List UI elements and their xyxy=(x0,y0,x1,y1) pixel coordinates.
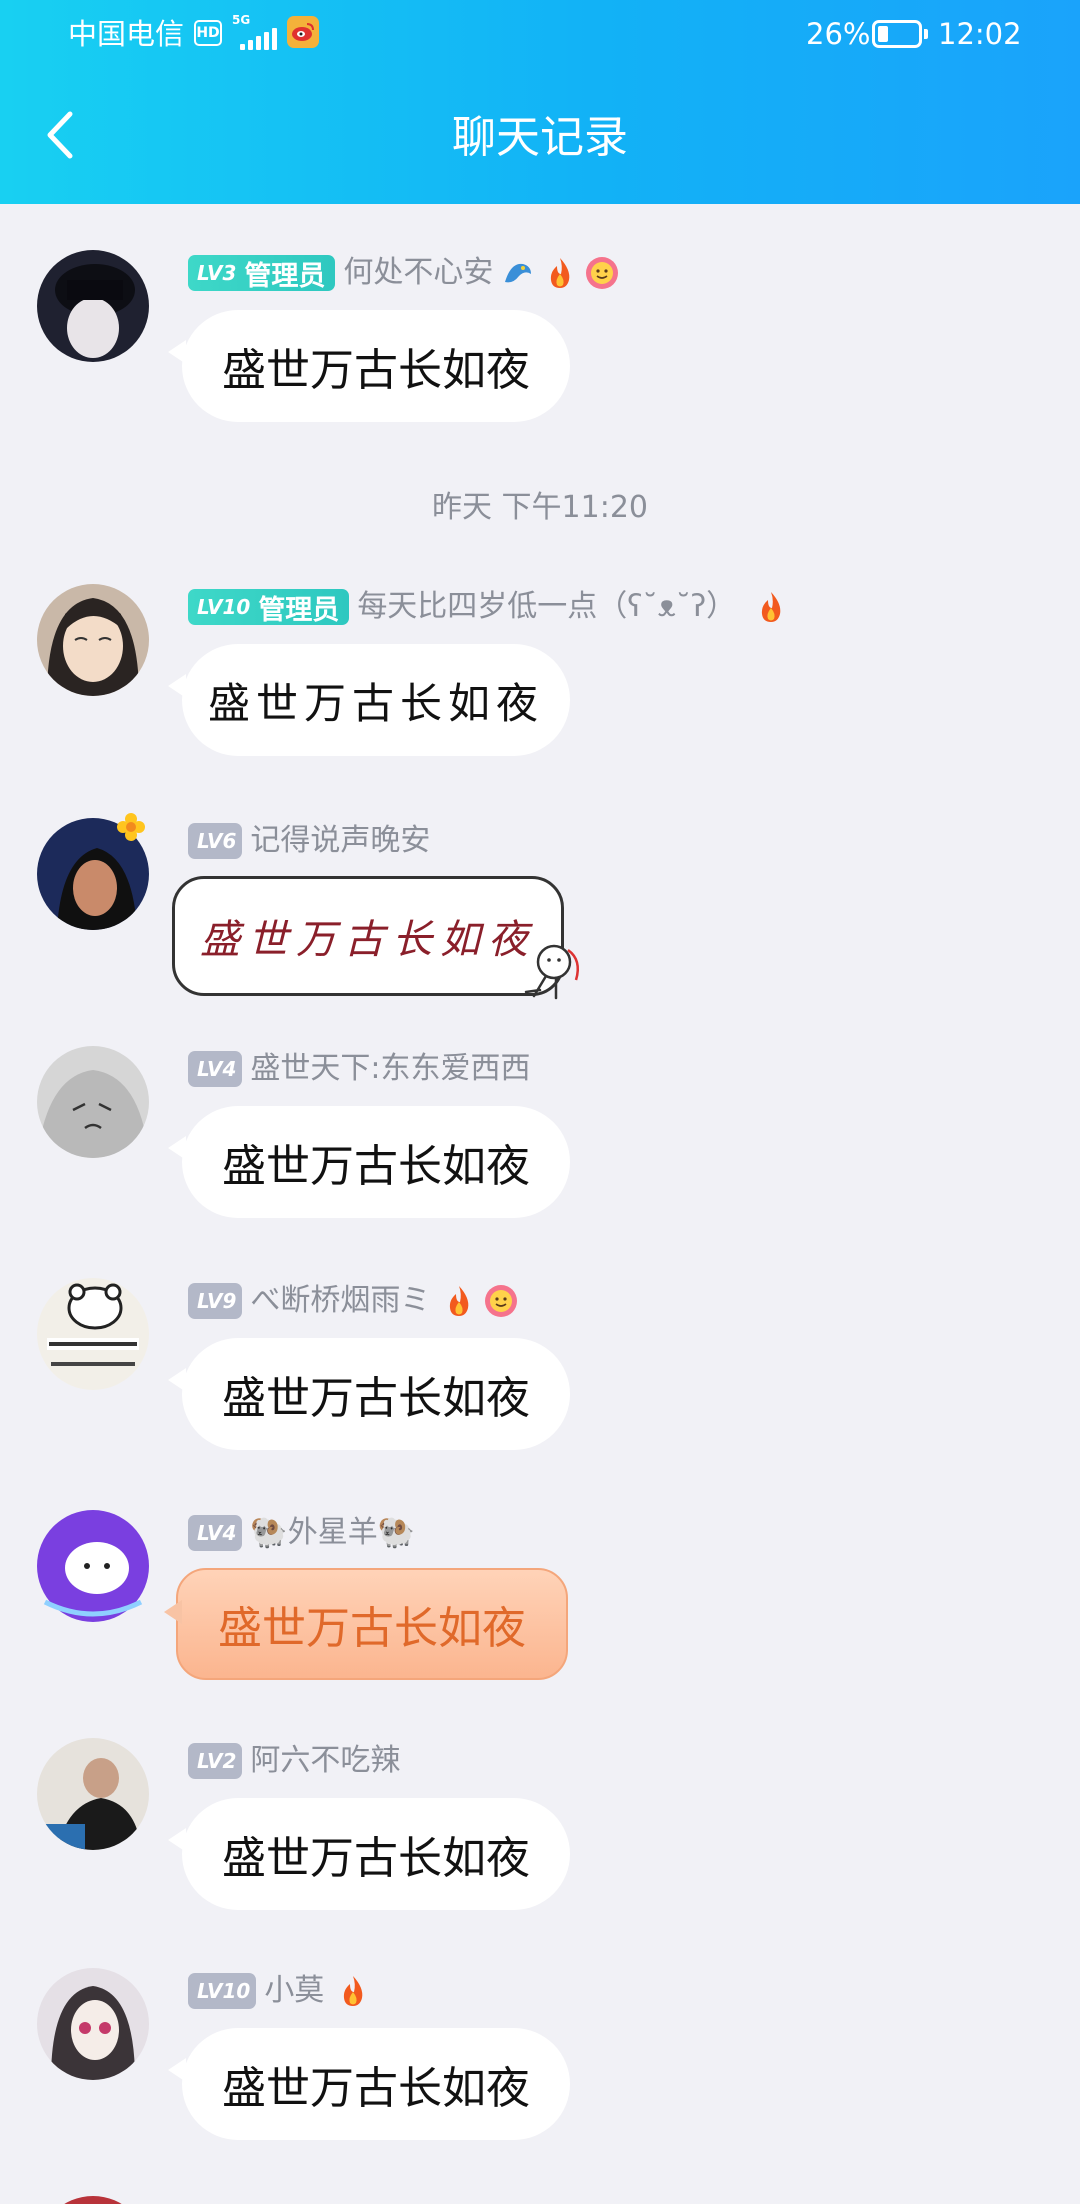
avatar[interactable] xyxy=(37,1510,149,1622)
carrier-name: 中国电信 xyxy=(68,17,185,51)
level-badge: LV6 xyxy=(188,823,243,859)
level-badge: LV4 xyxy=(188,1051,243,1087)
chat-message: LV10 管理员 每天比四岁低一点（ʕ˘ᴥ˘ʔ） 盛世万古长如夜 xyxy=(0,584,1080,784)
level-badge: LV10 管理员 xyxy=(188,589,350,626)
level-text: LV10 xyxy=(197,595,251,619)
role-text: 管理员 xyxy=(258,594,340,626)
sender-nickname[interactable]: 🐏外星羊🐏 xyxy=(250,1513,415,1553)
flower-emoji xyxy=(484,1284,518,1318)
flower-emoji xyxy=(585,256,619,290)
battery-percent: 26% xyxy=(806,17,871,51)
level-text: LV3 xyxy=(197,261,237,285)
sender-info: LV10 小莫 xyxy=(188,1970,370,2012)
avatar[interactable] xyxy=(37,250,149,362)
sender-info: LV6 记得说声晚安 xyxy=(188,820,430,862)
avatar[interactable] xyxy=(37,1046,149,1158)
sticker-character-icon xyxy=(516,940,590,1010)
level-text: LV9 xyxy=(197,1289,237,1313)
weibo-icon xyxy=(287,16,319,48)
fire-emoji xyxy=(336,1974,370,2008)
network-type: 5G xyxy=(232,13,251,27)
level-badge: LV9 xyxy=(188,1283,243,1319)
nav-bar: 聊天记录 xyxy=(0,70,1080,204)
sender-info: LV2 阿六不吃辣 xyxy=(188,1740,400,1782)
chat-message: LV4 盛世天下:东东爱西西 盛世万古长如夜 xyxy=(0,1046,1080,1246)
avatar[interactable] xyxy=(37,1738,149,1850)
chat-message: LV4 🐏外星羊🐏 盛世万古长如夜 xyxy=(0,1510,1080,1710)
flower-decoration-icon xyxy=(116,812,146,842)
message-bubble[interactable]: 盛世万古长如夜 xyxy=(168,310,570,422)
chat-message: LV2 阿六不吃辣 盛世万古长如夜 xyxy=(0,1738,1080,1938)
level-badge: LV4 xyxy=(188,1515,243,1551)
app-header: 中国电信 HD 5G 26% 12:02 聊天记录 xyxy=(0,0,1080,204)
chat-message: LV3 管理员 何处不心安 盛世万古长如夜 xyxy=(0,250,1080,450)
fire-emoji xyxy=(543,256,577,290)
avatar-partial[interactable] xyxy=(37,2196,149,2204)
avatar[interactable] xyxy=(37,584,149,696)
sender-nickname[interactable]: 何处不心安 xyxy=(343,253,493,293)
level-text: LV10 xyxy=(197,1979,251,2003)
level-badge: LV10 xyxy=(188,1973,257,2009)
avatar[interactable] xyxy=(37,1278,149,1390)
sender-nickname[interactable]: 记得说声晚安 xyxy=(250,821,430,861)
status-bar: 中国电信 HD 5G 26% 12:02 xyxy=(0,0,1080,70)
sender-nickname[interactable]: べ断桥烟雨ミ xyxy=(250,1281,430,1321)
chat-message: LV6 记得说声晚安 盛世万古长如夜 xyxy=(0,813,1080,1018)
message-bubble[interactable]: 盛世万古长如夜 xyxy=(172,876,564,996)
sender-info: LV10 管理员 每天比四岁低一点（ʕ˘ᴥ˘ʔ） xyxy=(188,586,788,628)
message-bubble[interactable]: 盛世万古长如夜 xyxy=(168,1798,570,1910)
chat-message: LV9 べ断桥烟雨ミ 盛世万古长如夜 xyxy=(0,1278,1080,1478)
battery-cap xyxy=(924,29,928,39)
level-text: LV4 xyxy=(197,1521,237,1545)
level-text: LV6 xyxy=(197,829,237,853)
sender-info: LV4 🐏外星羊🐏 xyxy=(188,1512,415,1554)
battery-level xyxy=(878,26,888,42)
dragon-emoji xyxy=(501,256,535,290)
sender-info: LV3 管理员 何处不心安 xyxy=(188,252,619,294)
sender-info: LV9 べ断桥烟雨ミ xyxy=(188,1280,518,1322)
signal-icon xyxy=(234,28,277,50)
fire-emoji xyxy=(754,590,788,624)
sender-nickname[interactable]: 每天比四岁低一点（ʕ˘ᴥ˘ʔ） xyxy=(357,587,736,627)
avatar[interactable] xyxy=(37,1968,149,2080)
message-bubble[interactable]: 盛世万古长如夜 xyxy=(168,1338,570,1450)
message-bubble[interactable]: 盛世万古长如夜 xyxy=(168,2028,570,2140)
time-divider: 昨天 下午11:20 xyxy=(432,490,648,525)
chat-message: LV10 小莫 盛世万古长如夜 xyxy=(0,1968,1080,2168)
level-text: LV2 xyxy=(197,1749,237,1773)
page-title: 聊天记录 xyxy=(452,112,628,163)
hd-icon: HD xyxy=(194,20,222,46)
message-bubble[interactable]: 盛世万古长如夜 xyxy=(168,1106,570,1218)
message-bubble[interactable]: 盛世万古长如夜 xyxy=(164,1568,568,1680)
status-time: 12:02 xyxy=(938,17,1022,51)
sender-nickname[interactable]: 盛世天下:东东爱西西 xyxy=(250,1049,530,1089)
sender-nickname[interactable]: 阿六不吃辣 xyxy=(250,1741,400,1781)
sender-nickname[interactable]: 小莫 xyxy=(264,1971,324,2011)
message-bubble[interactable]: 盛世万古长如夜 xyxy=(168,644,570,756)
battery-icon xyxy=(872,20,922,48)
level-badge: LV2 xyxy=(188,1743,243,1779)
level-text: LV4 xyxy=(197,1057,237,1081)
role-text: 管理员 xyxy=(244,260,326,292)
level-badge: LV3 管理员 xyxy=(188,255,336,292)
fire-emoji xyxy=(442,1284,476,1318)
sender-info: LV4 盛世天下:东东爱西西 xyxy=(188,1048,531,1090)
